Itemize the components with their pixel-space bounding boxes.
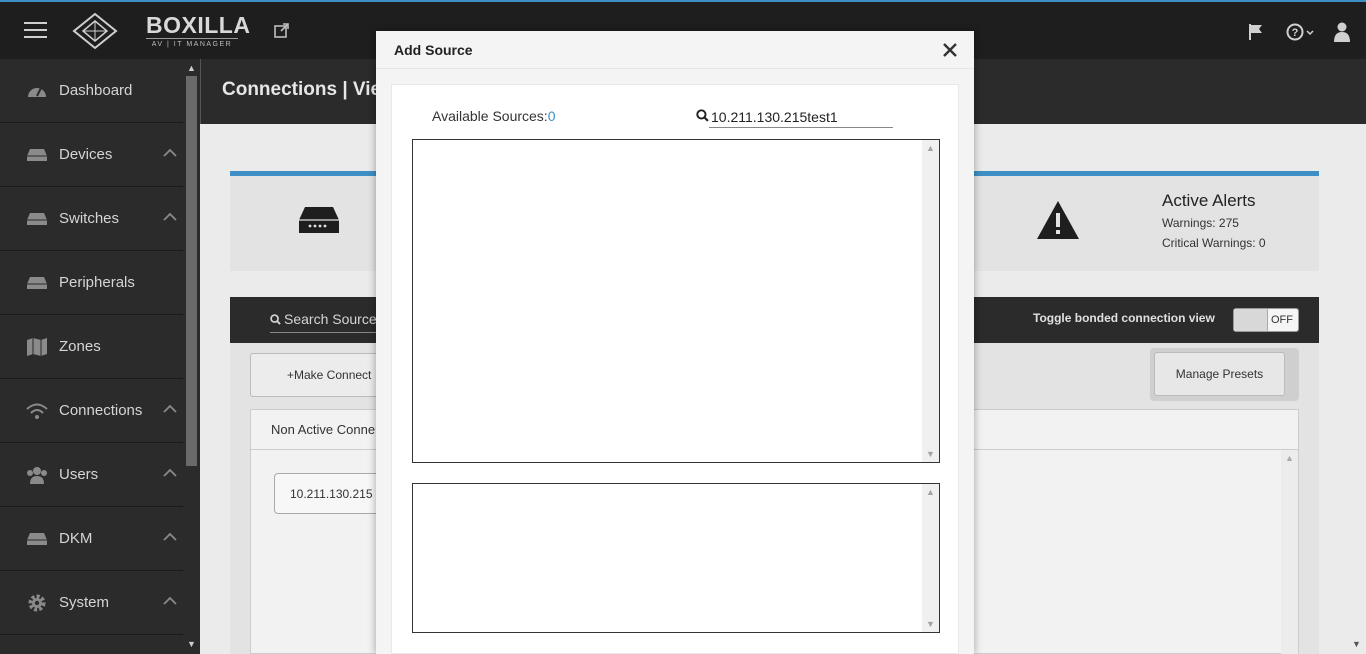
- brand-name: BOXILLA: [146, 12, 251, 38]
- sidebar-item-dashboard[interactable]: Dashboard: [0, 59, 183, 123]
- available-sources-text: Available Sources:: [432, 108, 548, 124]
- flag-icon[interactable]: [1248, 23, 1264, 41]
- sidebar-item-label: System: [59, 594, 110, 611]
- available-sources-list[interactable]: ▲ ▼: [412, 139, 940, 463]
- scroll-up-arrow-icon[interactable]: ▲: [187, 63, 196, 73]
- sidebar-item-switches[interactable]: Switches: [0, 187, 183, 251]
- dashboard-icon: [26, 80, 48, 102]
- switch-icon: [26, 208, 48, 230]
- dkm-icon: [26, 528, 48, 550]
- sidebar-item-label: Peripherals: [59, 274, 135, 291]
- chevron-up-icon[interactable]: [163, 148, 177, 157]
- peripheral-icon: [26, 272, 48, 294]
- brand-subtitle: AV | IT MANAGER: [146, 38, 238, 48]
- sidebar-item-peripherals[interactable]: Peripherals: [0, 251, 183, 315]
- chevron-up-icon[interactable]: [163, 468, 177, 477]
- sidebar-item-dkm[interactable]: DKM: [0, 507, 183, 571]
- scroll-down-arrow-icon[interactable]: ▼: [187, 639, 196, 649]
- user-icon[interactable]: [1334, 22, 1350, 42]
- scroll-down-arrow-icon[interactable]: ▼: [926, 449, 935, 459]
- sidebar-item-label: Switches: [59, 210, 120, 227]
- search-icon: [270, 314, 281, 325]
- add-source-modal: Add Source Available Sources:0 ▲ ▼ ▲ ▼: [376, 31, 974, 654]
- search-sources-input[interactable]: Search Sources: [270, 311, 390, 333]
- sidebar-item-connections[interactable]: Connections: [0, 379, 183, 443]
- sidebar-item-label: Devices: [59, 146, 113, 163]
- scroll-down-arrow-icon[interactable]: ▼: [926, 619, 935, 629]
- list-scrollbar[interactable]: ▲ ▼: [922, 140, 939, 462]
- help-icon[interactable]: ?: [1286, 23, 1318, 41]
- modal-header: Add Source: [376, 31, 974, 69]
- modal-title: Add Source: [394, 42, 473, 58]
- sidebar-item-users[interactable]: Users: [0, 443, 183, 507]
- manage-presets-wrapper: Manage Presets: [1150, 348, 1299, 401]
- sidebar-item-label: Users: [59, 466, 99, 483]
- sidebar-item-system[interactable]: System: [0, 571, 183, 635]
- scroll-up-arrow-icon[interactable]: ▲: [926, 143, 935, 153]
- list-scrollbar[interactable]: ▲ ▼: [922, 484, 939, 632]
- sidebar-item-label: Zones: [59, 338, 101, 355]
- sidebar-item-zones[interactable]: Zones: [0, 315, 183, 379]
- toggle-knob: [1234, 309, 1268, 331]
- wifi-icon: [26, 400, 48, 422]
- manage-presets-button[interactable]: Manage Presets: [1154, 352, 1285, 396]
- warnings-count: Warnings: 275: [1162, 216, 1239, 230]
- boxilla-logo-icon: [72, 12, 118, 50]
- chevron-up-icon[interactable]: [163, 596, 177, 605]
- sidebar-item-devices[interactable]: Devices: [0, 123, 183, 187]
- close-icon[interactable]: [941, 41, 959, 59]
- connections-scrollbar[interactable]: ▲: [1281, 450, 1298, 654]
- bonded-view-toggle[interactable]: OFF: [1233, 308, 1299, 332]
- chevron-up-icon[interactable]: [163, 532, 177, 541]
- search-sources-placeholder: Search Sources: [284, 311, 384, 327]
- chevron-up-icon[interactable]: [163, 404, 177, 413]
- device-icon: [299, 207, 339, 233]
- sidebar: Dashboard Devices Switches Peripherals Z…: [0, 59, 183, 654]
- active-alerts-title: Active Alerts: [1162, 191, 1256, 210]
- sidebar-scrollbar[interactable]: ▲ ▼: [183, 59, 200, 654]
- sidebar-item-label: Dashboard: [59, 82, 133, 99]
- warning-icon: [1037, 201, 1079, 239]
- page-title: Connections | Vie: [222, 79, 382, 100]
- source-search-input[interactable]: [709, 106, 893, 128]
- map-icon: [26, 336, 48, 358]
- sidebar-scroll-thumb[interactable]: [186, 76, 197, 466]
- scroll-up-arrow-icon[interactable]: ▲: [1285, 453, 1294, 463]
- modal-body: Available Sources:0 ▲ ▼ ▲ ▼: [391, 84, 959, 654]
- toggle-state: OFF: [1271, 314, 1293, 326]
- device-icon: [26, 144, 48, 166]
- hamburger-menu-icon[interactable]: [24, 22, 47, 38]
- selected-sources-list[interactable]: ▲ ▼: [412, 483, 940, 633]
- critical-warnings-count: Critical Warnings: 0: [1162, 236, 1266, 250]
- search-icon: [696, 109, 709, 122]
- window-scroll-down-icon[interactable]: ▼: [1352, 639, 1361, 649]
- chevron-up-icon[interactable]: [163, 212, 177, 221]
- available-sources-label: Available Sources:0: [432, 108, 556, 124]
- svg-text:?: ?: [1292, 27, 1299, 39]
- gear-icon: [26, 592, 48, 614]
- sidebar-item-label: DKM: [59, 530, 93, 547]
- toggle-bonded-label: Toggle bonded connection view: [1033, 311, 1215, 325]
- scroll-up-arrow-icon[interactable]: ▲: [926, 487, 935, 497]
- available-sources-count: 0: [547, 108, 556, 124]
- sidebar-item-label: Connections: [59, 402, 143, 419]
- external-link-icon[interactable]: [273, 22, 291, 40]
- users-icon: [26, 464, 48, 486]
